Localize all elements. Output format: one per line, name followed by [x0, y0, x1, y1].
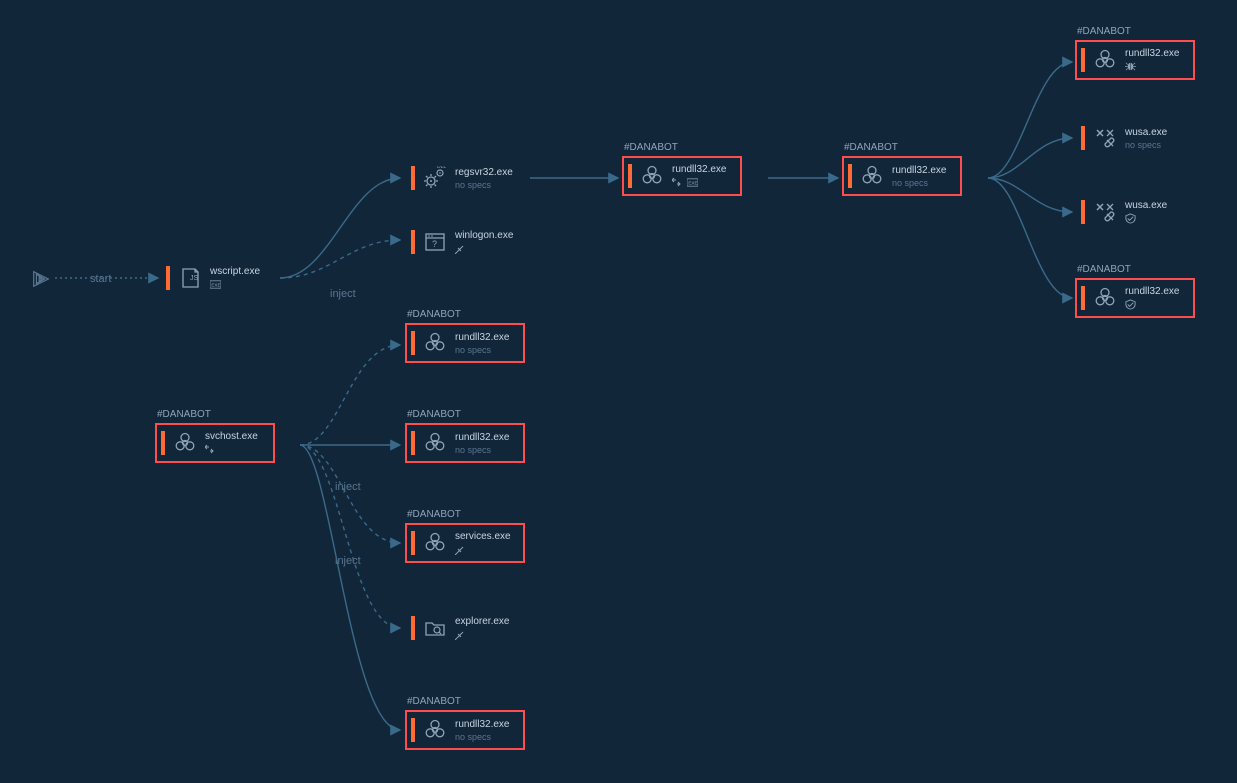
- exe-badge-icon: [687, 177, 698, 188]
- biohazard-icon: [860, 164, 884, 188]
- node-wscript[interactable]: wscript.exe: [160, 258, 280, 298]
- node-rundll32-5[interactable]: #DANABOT rundll32.exe no specs: [405, 710, 525, 750]
- node-title: rundll32.exe: [455, 332, 509, 343]
- node-svchost[interactable]: #DANABOT svchost.exe: [155, 423, 275, 463]
- syringe-icon: [455, 629, 466, 640]
- diagram-canvas: start inject inject inject wscript.exe r…: [0, 0, 1237, 783]
- node-services[interactable]: #DANABOT services.exe: [405, 523, 525, 563]
- node-rundll32-bot[interactable]: #DANABOT rundll32.exe: [1075, 278, 1195, 318]
- danabot-tag: #DANABOT: [157, 409, 211, 420]
- window-icon: [423, 230, 447, 254]
- node-title: regsvr32.exe: [455, 167, 513, 178]
- node-sub: no specs: [455, 732, 509, 742]
- biohazard-icon: [1093, 286, 1117, 310]
- bug-icon: [1125, 61, 1136, 72]
- node-title: wscript.exe: [210, 266, 260, 277]
- danabot-tag: #DANABOT: [407, 509, 461, 520]
- biohazard-icon: [423, 331, 447, 355]
- netarrow-icon: [205, 444, 216, 455]
- node-sub: no specs: [1125, 140, 1167, 150]
- tools-icon: [1093, 126, 1117, 150]
- syringe-icon: [455, 544, 466, 555]
- biohazard-icon: [640, 164, 664, 188]
- biohazard-icon: [423, 431, 447, 455]
- node-title: rundll32.exe: [1125, 286, 1179, 297]
- node-sub: no specs: [455, 445, 509, 455]
- node-title: rundll32.exe: [1125, 48, 1179, 59]
- gears-icon: [423, 166, 447, 190]
- danabot-tag: #DANABOT: [844, 142, 898, 153]
- danabot-tag: #DANABOT: [1077, 26, 1131, 37]
- node-winlogon[interactable]: winlogon.exe: [405, 222, 525, 262]
- netarrow-icon: [672, 177, 683, 188]
- node-rundll32-1[interactable]: #DANABOT rundll32.exe: [622, 156, 742, 196]
- node-explorer[interactable]: explorer.exe: [405, 608, 525, 648]
- biohazard-icon: [173, 431, 197, 455]
- shield-icon: [1125, 213, 1136, 224]
- play-start-icon: [30, 268, 52, 290]
- node-title: svchost.exe: [205, 431, 258, 442]
- node-title: rundll32.exe: [892, 165, 946, 176]
- inject-label-3: inject: [335, 555, 361, 567]
- node-title: services.exe: [455, 531, 511, 542]
- start-label: start: [90, 273, 111, 285]
- node-title: wusa.exe: [1125, 127, 1167, 138]
- node-title: rundll32.exe: [455, 719, 509, 730]
- node-wusa-2[interactable]: wusa.exe: [1075, 192, 1195, 232]
- folder-icon: [423, 616, 447, 640]
- danabot-tag: #DANABOT: [407, 409, 461, 420]
- exe-badge-icon: [210, 279, 221, 290]
- node-title: rundll32.exe: [672, 164, 726, 175]
- node-sub: no specs: [455, 345, 509, 355]
- danabot-tag: #DANABOT: [407, 696, 461, 707]
- biohazard-icon: [1093, 48, 1117, 72]
- biohazard-icon: [423, 531, 447, 555]
- danabot-tag: #DANABOT: [1077, 264, 1131, 275]
- node-rundll32-top[interactable]: #DANABOT rundll32.exe: [1075, 40, 1195, 80]
- tools-icon: [1093, 200, 1117, 224]
- node-rundll32-2[interactable]: #DANABOT rundll32.exe no specs: [842, 156, 962, 196]
- node-sub: no specs: [892, 178, 946, 188]
- danabot-tag: #DANABOT: [407, 309, 461, 320]
- syringe-icon: [455, 243, 466, 254]
- node-title: winlogon.exe: [455, 230, 513, 241]
- inject-label-1: inject: [330, 288, 356, 300]
- node-rundll32-3[interactable]: #DANABOT rundll32.exe no specs: [405, 323, 525, 363]
- node-wusa-1[interactable]: wusa.exe no specs: [1075, 118, 1195, 158]
- danabot-tag: #DANABOT: [624, 142, 678, 153]
- node-title: rundll32.exe: [455, 432, 509, 443]
- biohazard-icon: [423, 718, 447, 742]
- node-regsvr32[interactable]: regsvr32.exe no specs: [405, 158, 525, 198]
- node-sub: no specs: [455, 180, 513, 190]
- node-rundll32-4[interactable]: #DANABOT rundll32.exe no specs: [405, 423, 525, 463]
- node-title: wusa.exe: [1125, 200, 1167, 211]
- script-icon: [178, 266, 202, 290]
- inject-label-2: inject: [335, 481, 361, 493]
- shield-icon: [1125, 299, 1136, 310]
- node-title: explorer.exe: [455, 616, 509, 627]
